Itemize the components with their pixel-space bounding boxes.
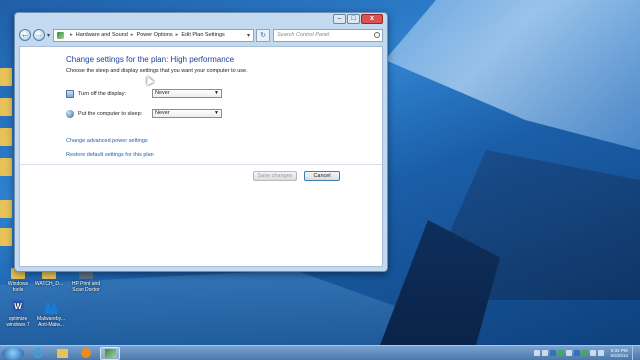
cancel-button[interactable]: Cancel xyxy=(304,171,340,181)
breadcrumb-power-options[interactable]: Power Options xyxy=(137,32,173,38)
divider xyxy=(20,164,382,165)
taskbar-media-player[interactable] xyxy=(76,347,96,360)
control-panel-window: – □ x ← → ▾ ▸ Hardware and Sound ▸ Power… xyxy=(14,12,388,272)
wallpaper-shape xyxy=(385,0,640,150)
tray-icon[interactable] xyxy=(566,350,573,356)
chevron-down-icon: ▼ xyxy=(214,90,219,96)
back-arrow-icon[interactable]: ← xyxy=(19,29,31,41)
system-tray: 6:31 PM 6/4/2014 xyxy=(534,345,637,360)
restore-defaults-link[interactable]: Restore default settings for this plan xyxy=(66,152,154,158)
taskbar: 6:31 PM 6/4/2014 xyxy=(0,345,640,360)
security-icon[interactable] xyxy=(558,350,565,356)
breadcrumb-edit-plan-settings[interactable]: Edit Plan Settings xyxy=(181,32,224,38)
sleep-icon xyxy=(66,109,74,118)
desktop-folder-icon[interactable] xyxy=(0,228,12,246)
desktop-icon[interactable]: Malwareby... Anti-Malw... xyxy=(34,300,68,328)
setting-label: Turn off the display: xyxy=(78,90,126,97)
taskbar-explorer[interactable] xyxy=(52,347,72,360)
refresh-icon[interactable]: ↻ xyxy=(256,28,270,42)
clock-date: 6/4/2014 xyxy=(610,353,628,358)
search-placeholder: Search Control Panel xyxy=(277,32,330,38)
power-icon[interactable] xyxy=(590,350,597,356)
desktop-folder-icon[interactable] xyxy=(0,68,12,86)
breadcrumb-separator: ▸ xyxy=(70,32,73,38)
content-pane: Change settings for the plan: High perfo… xyxy=(19,46,383,267)
setting-row-sleep: Put the computer to sleep: Never ▼ xyxy=(66,109,222,118)
maximize-button[interactable]: □ xyxy=(347,14,360,24)
forward-arrow-icon[interactable]: → xyxy=(33,29,45,41)
internet-explorer-icon xyxy=(33,348,43,358)
desktop-folder-icon[interactable] xyxy=(0,158,12,176)
setting-label: Put the computer to sleep: xyxy=(78,110,143,117)
media-player-icon xyxy=(81,348,91,358)
save-changes-button[interactable]: Save changes xyxy=(253,171,297,181)
desktop-icon[interactable]: W optimize windows 7 xyxy=(4,300,32,328)
flag-icon[interactable] xyxy=(542,350,549,356)
show-desktop-button[interactable] xyxy=(632,345,637,360)
desktop-folder-icon[interactable] xyxy=(0,98,12,116)
navigation-bar: ← → ▾ ▸ Hardware and Sound ▸ Power Optio… xyxy=(19,27,383,43)
search-input[interactable]: Search Control Panel xyxy=(273,28,383,42)
word-document-icon: W xyxy=(12,300,24,314)
control-panel-icon xyxy=(57,31,65,39)
display-timeout-select[interactable]: Never ▼ xyxy=(152,89,222,98)
minimize-button[interactable]: – xyxy=(333,14,346,24)
taskbar-internet-explorer[interactable] xyxy=(28,347,48,360)
tray-icon[interactable] xyxy=(582,350,589,356)
page-subtitle: Choose the sleep and display settings th… xyxy=(66,68,248,74)
clock[interactable]: 6:31 PM 6/4/2014 xyxy=(610,348,628,359)
sleep-timeout-select[interactable]: Never ▼ xyxy=(152,109,222,118)
page-title: Change settings for the plan: High perfo… xyxy=(66,55,235,64)
breadcrumb-separator: ▸ xyxy=(175,32,179,38)
breadcrumb-separator: ▸ xyxy=(130,32,134,38)
setting-row-display: Turn off the display: Never ▼ xyxy=(66,89,222,98)
taskbar-control-panel[interactable] xyxy=(100,346,120,360)
tray-icon[interactable] xyxy=(574,350,581,356)
chevron-down-icon: ▼ xyxy=(214,110,219,116)
recent-pages-dropdown-icon[interactable]: ▾ xyxy=(47,32,50,39)
breadcrumb-hardware-and-sound[interactable]: Hardware and Sound xyxy=(76,32,128,38)
address-bar[interactable]: ▸ Hardware and Sound ▸ Power Options ▸ E… xyxy=(53,28,254,42)
network-icon[interactable] xyxy=(550,350,557,356)
window-controls: – □ x xyxy=(333,14,383,24)
start-button[interactable] xyxy=(2,346,24,360)
advanced-power-settings-link[interactable]: Change advanced power settings xyxy=(66,138,148,144)
malwarebytes-icon xyxy=(44,300,58,314)
folder-icon xyxy=(56,348,68,358)
display-icon xyxy=(66,89,74,98)
show-hidden-icons-icon[interactable] xyxy=(534,350,541,356)
control-panel-icon xyxy=(104,348,116,358)
desktop-folder-icon[interactable] xyxy=(0,200,12,218)
address-dropdown-icon[interactable]: ▾ xyxy=(247,32,250,39)
close-button[interactable]: x xyxy=(361,14,383,24)
search-icon[interactable] xyxy=(374,32,380,38)
volume-icon[interactable] xyxy=(598,350,605,356)
desktop-folder-icon[interactable] xyxy=(0,128,12,146)
